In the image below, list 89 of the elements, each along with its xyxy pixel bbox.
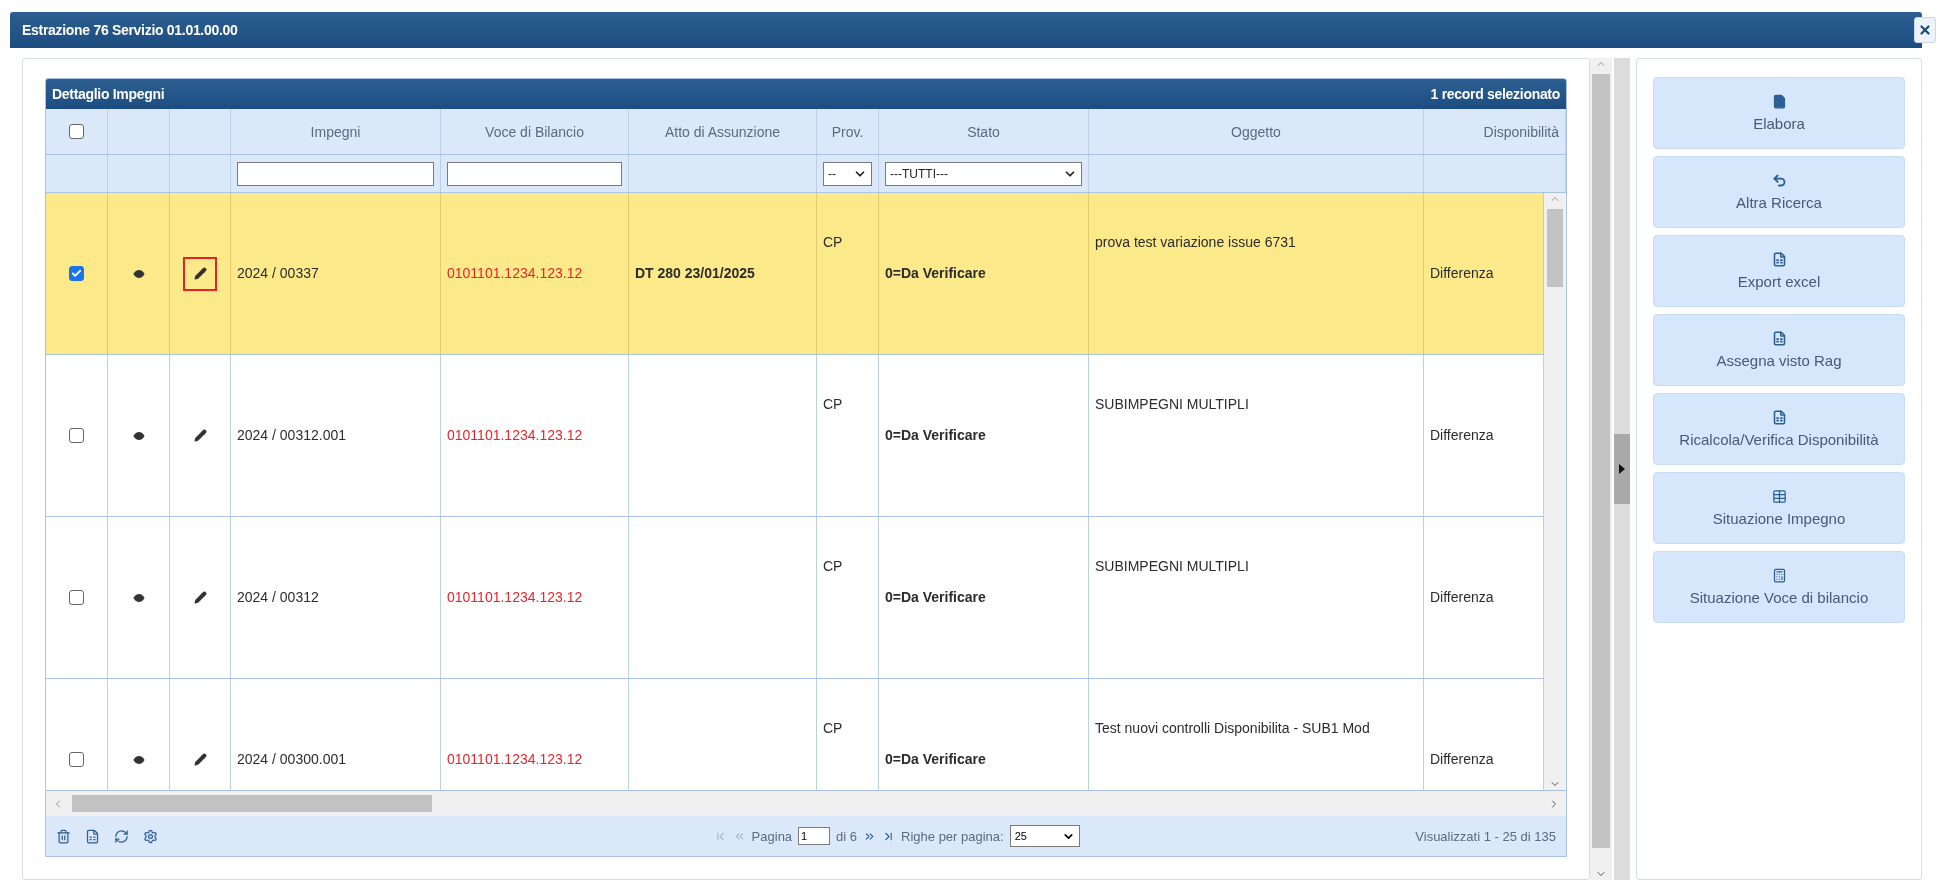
- table-cell-text: CP: [823, 395, 843, 414]
- filter-field[interactable]: [447, 161, 622, 186]
- table-row[interactable]: 2024 / 00312 0101101.1234.123.12 CP 0=Da Verificare SUBIMPEGNI MULTIPLI Differenza: [46, 517, 1544, 679]
- action-button[interactable]: Assegna visto Rag: [1653, 314, 1905, 386]
- table-cell-text: 0101101.1234.123.12: [447, 425, 583, 445]
- view-icon[interactable]: [132, 591, 145, 604]
- table-cell-text: 2024 / 00300.001: [237, 749, 346, 769]
- row-checkbox[interactable]: [69, 590, 84, 605]
- table-cell-text: SUBIMPEGNI MULTIPLI: [1095, 395, 1249, 414]
- table-row[interactable]: 2024 / 00337 0101101.1234.123.12 DT 280 23/01/2025 CP 0=Da Verificare prova test variazione issue 6731 Differenza: [46, 193, 1544, 355]
- vertical-scrollbar[interactable]: [1544, 193, 1566, 790]
- action-button[interactable]: Export excel: [1653, 235, 1905, 307]
- window-title: Estrazione 76 Servizio 01.01.00.00: [22, 22, 238, 38]
- column-header[interactable]: Oggetto: [1231, 123, 1281, 140]
- scrollbar-thumb[interactable]: [1592, 74, 1610, 848]
- rows-per-page-label: Righe per pagina:: [901, 828, 1004, 844]
- settings-icon[interactable]: [143, 828, 158, 844]
- scrollbar-thumb[interactable]: [72, 795, 432, 812]
- filter-select[interactable]: --: [823, 161, 872, 186]
- action-button[interactable]: Situazione Impegno: [1653, 472, 1905, 544]
- action-button[interactable]: Ricalcola/Verifica Disponibilità: [1653, 393, 1905, 465]
- table-cell-text: CP: [823, 557, 843, 576]
- calculator-icon: [1771, 568, 1787, 583]
- table-cell-text: Differenza: [1430, 749, 1494, 769]
- view-icon[interactable]: [132, 429, 145, 442]
- spreadsheet-icon: [1771, 252, 1787, 267]
- select-all-checkbox[interactable]: [69, 124, 84, 139]
- close-icon: [1918, 23, 1932, 37]
- table-cell-text: prova test variazione issue 6731: [1095, 233, 1296, 252]
- expand-icon: [1619, 464, 1625, 474]
- table-cell-text: 0=Da Verificare: [885, 263, 986, 283]
- edit-icon[interactable]: [193, 267, 207, 280]
- close-button[interactable]: [1914, 17, 1936, 43]
- view-icon[interactable]: [132, 753, 145, 766]
- row-checkbox[interactable]: [69, 266, 84, 281]
- column-header[interactable]: Disponibilità: [1483, 123, 1559, 140]
- page-field[interactable]: 1: [798, 827, 831, 845]
- column-header[interactable]: Impegni: [310, 123, 361, 140]
- table-cell-text: SUBIMPEGNI MULTIPLI: [1095, 557, 1249, 576]
- table-cell-text: Differenza: [1430, 587, 1494, 607]
- edit-icon[interactable]: [193, 591, 207, 604]
- horizontal-scrollbar[interactable]: [46, 790, 1566, 816]
- spreadsheet-icon: [1771, 410, 1787, 425]
- scrollbar-thumb[interactable]: [1547, 209, 1563, 287]
- splitter-handle[interactable]: [1614, 434, 1630, 504]
- page-label: Pagina: [751, 828, 793, 844]
- table-cell-text: 0=Da Verificare: [885, 587, 986, 607]
- filter-select[interactable]: ---TUTTI---: [885, 161, 1082, 186]
- table-cell-text: 0101101.1234.123.12: [447, 263, 583, 283]
- table-icon: [1771, 489, 1787, 504]
- table-cell-text: 2024 / 00312.001: [237, 425, 346, 445]
- page-count: di 6: [836, 828, 858, 844]
- undo-icon: [1771, 173, 1787, 188]
- table-cell-text: DT 280 23/01/2025: [635, 263, 755, 283]
- table-cell-text: 2024 / 00312: [237, 587, 319, 607]
- table-row[interactable]: 2024 / 00312.001 0101101.1234.123.12 CP 0=Da Verificare SUBIMPEGNI MULTIPLI Differenza: [46, 355, 1544, 517]
- table-cell-text: 0=Da Verificare: [885, 749, 986, 769]
- rows-per-page-select[interactable]: 25: [1009, 825, 1080, 847]
- refresh-icon[interactable]: [114, 828, 129, 844]
- table-cell-text: 0=Da Verificare: [885, 425, 986, 445]
- column-header[interactable]: Stato: [967, 123, 1000, 140]
- action-button[interactable]: Situazione Voce di bilancio: [1653, 551, 1905, 623]
- table-cell-text: Differenza: [1430, 263, 1494, 283]
- file-icon: [1771, 94, 1787, 109]
- action-button[interactable]: Altra Ricerca: [1653, 156, 1905, 228]
- table-cell-text: Test nuovi controlli Disponibilita - SUB1 Mod: [1095, 719, 1370, 738]
- table-cell-text: Differenza: [1430, 425, 1494, 445]
- column-header[interactable]: Atto di Assunzione: [664, 123, 781, 140]
- row-checkbox[interactable]: [69, 428, 84, 443]
- table-cell-text: CP: [823, 719, 843, 738]
- records-summary: Visualizzati 1 - 25 di 135: [1415, 828, 1556, 844]
- edit-icon[interactable]: [193, 753, 207, 766]
- delete-icon[interactable]: [56, 828, 71, 844]
- edit-icon[interactable]: [193, 429, 207, 442]
- column-header[interactable]: Prov.: [831, 123, 864, 140]
- row-checkbox[interactable]: [69, 752, 84, 767]
- spreadsheet-icon: [1771, 331, 1787, 346]
- spreadsheet-icon[interactable]: [85, 828, 100, 844]
- view-icon[interactable]: [132, 267, 145, 280]
- column-header[interactable]: Voce di Bilancio: [485, 123, 584, 140]
- selection-info: 1 record selezionato: [1430, 86, 1560, 102]
- table-cell-text: 0101101.1234.123.12: [447, 749, 583, 769]
- table-cell-text: CP: [823, 233, 843, 252]
- table-cell-text: 2024 / 00337: [237, 263, 319, 283]
- vertical-scrollbar[interactable]: [1590, 58, 1612, 880]
- action-button[interactable]: Elabora: [1653, 77, 1905, 149]
- table-cell-text: 0101101.1234.123.12: [447, 587, 583, 607]
- filter-field[interactable]: [237, 161, 434, 186]
- grid-title: Dettaglio Impegni: [52, 86, 165, 102]
